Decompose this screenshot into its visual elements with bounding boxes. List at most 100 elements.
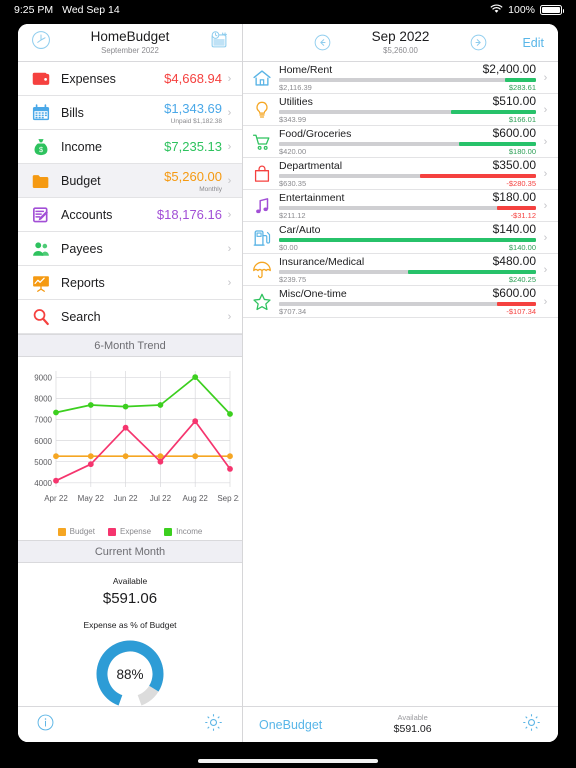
budget-category-name: Entertainment: [279, 191, 345, 204]
expense-percent-gauge: 88%: [96, 640, 164, 706]
budget-row[interactable]: Home/Rent $2,400.00 $2,116.39 $283.61 ›: [243, 62, 558, 94]
legend-item-budget: Budget: [57, 527, 95, 536]
budget-row-bottom: $2,116.39 $283.61: [279, 83, 536, 92]
chevron-right-icon: ›: [227, 174, 232, 187]
budget-row-bottom: $707.34 -$107.34: [279, 307, 536, 316]
sidebar-item-income[interactable]: $ Income $7,235.13 ›: [18, 130, 242, 164]
budget-progress-fill: [279, 238, 536, 243]
sidebar-item-amount: $4,668.94: [164, 70, 222, 86]
gauge-wrapper: 88%: [18, 635, 242, 713]
sidebar-item-expenses[interactable]: Expenses $4,668.94 ›: [18, 62, 242, 96]
month-nav-group: [313, 33, 332, 52]
app-title: HomeBudget: [90, 29, 170, 45]
budget-row[interactable]: Departmental $350.00 $630.35 -$280.35 ›: [243, 158, 558, 190]
budget-row-bottom: $343.99 $166.01: [279, 115, 536, 125]
budget-row-bottom: $630.35 -$280.35: [279, 179, 536, 189]
sidebar-item-budget[interactable]: Budget $5,260.00 Monthly ›: [18, 164, 242, 198]
budget-progress-fill: [497, 206, 536, 211]
month-total: $5,260.00: [383, 45, 418, 55]
sidebar-item-label: Accounts: [61, 207, 113, 222]
arrow-right-circle-icon[interactable]: [469, 33, 488, 52]
people-icon: [28, 236, 54, 262]
budget-category-name: Departmental: [279, 159, 343, 172]
svg-text:Apr 22: Apr 22: [44, 494, 68, 503]
budget-row-content: Insurance/Medical $480.00 $239.75 $240.25: [275, 254, 541, 285]
sidebar-item-amount: $1,343.69: [164, 101, 222, 116]
folder-icon: [28, 168, 54, 194]
budget-row-top: Entertainment $180.00: [279, 190, 536, 205]
sidebar-item-reports[interactable]: Reports ›: [18, 266, 242, 300]
budget-list: Home/Rent $2,400.00 $2,116.39 $283.61 › Utili…: [243, 62, 558, 318]
ledger-icon: [28, 202, 54, 228]
moneybag-icon: $: [28, 134, 54, 160]
budget-progress-fill: [451, 110, 536, 115]
chevron-right-icon: ›: [543, 103, 548, 116]
svg-text:Jun 22: Jun 22: [114, 494, 139, 503]
svg-text:4000: 4000: [34, 479, 52, 488]
right-panel: Sep 2022 $5,260.00 Edit Home/Rent $2,400.…: [243, 24, 558, 742]
sidebar-item-label: Search: [61, 309, 101, 324]
sidebar-item-subamount: Unpaid $1,182.38: [170, 118, 222, 125]
music-note-icon: [249, 195, 275, 217]
current-month-title: Current Month: [94, 545, 166, 558]
budget-row-top: Departmental $350.00: [279, 158, 536, 173]
bulb-icon: [249, 99, 275, 121]
budget-row-top: Car/Auto $140.00: [279, 222, 536, 237]
edit-button[interactable]: Edit: [522, 36, 544, 50]
budget-row-bottom: $211.12 -$31.12: [279, 211, 536, 221]
budget-progress-bar: [279, 174, 536, 179]
sidebar-item-bills[interactable]: Bills $1,343.69 Unpaid $1,182.38 ›: [18, 96, 242, 130]
budget-spent-amount: $420.00: [279, 147, 307, 157]
sidebar-item-payees[interactable]: Payees ›: [18, 232, 242, 266]
chevron-right-icon: ›: [227, 208, 232, 221]
budget-limit-amount: $510.00: [492, 93, 536, 108]
budget-remaining-amount: $140.00: [508, 243, 536, 253]
budget-spent-amount: $343.99: [279, 115, 307, 125]
trend-chart[interactable]: 4000 5000 6000 7000 8000 9000 Apr 22 May 22 Jun …: [22, 363, 243, 521]
budget-spent-amount: $0.00: [279, 243, 298, 253]
chevron-right-icon: ›: [543, 167, 548, 180]
cart-icon: [249, 131, 275, 153]
budget-row-top: Utilities $510.00: [279, 93, 536, 109]
budget-row[interactable]: Car/Auto $140.00 $0.00 $140.00 ›: [243, 222, 558, 254]
budget-spent-amount: $239.75: [279, 275, 307, 285]
budget-row[interactable]: Misc/One-time $600.00 $707.34 -$107.34 ›: [243, 286, 558, 318]
budget-category-name: Food/Groceries: [279, 127, 352, 140]
budget-row-bottom: $0.00 $140.00: [279, 243, 536, 253]
sidebar-item-label: Budget: [61, 173, 101, 188]
budget-row-content: Departmental $350.00 $630.35 -$280.35: [275, 158, 541, 189]
arrow-left-circle-icon[interactable]: [313, 33, 332, 52]
svg-text:5000: 5000: [34, 458, 52, 467]
info-circle-icon[interactable]: [36, 713, 55, 737]
sidebar-item-search[interactable]: Search ›: [18, 300, 242, 334]
budget-row[interactable]: Utilities $510.00 $343.99 $166.01 ›: [243, 94, 558, 126]
gear-icon[interactable]: [521, 712, 542, 738]
legend-swatch: [107, 527, 116, 536]
footer-available-group: Available $591.06: [304, 713, 521, 735]
recurring-calendar-icon[interactable]: [208, 29, 230, 56]
budget-row-top: Home/Rent $2,400.00: [279, 62, 536, 77]
budget-row[interactable]: Entertainment $180.00 $211.12 -$31.12 ›: [243, 190, 558, 222]
report-icon: [28, 270, 54, 296]
sidebar-item-accounts[interactable]: Accounts $18,176.16 ›: [18, 198, 242, 232]
budget-row[interactable]: Food/Groceries $600.00 $420.00 $180.00 ›: [243, 126, 558, 158]
app-subtitle: September 2022: [101, 45, 159, 55]
gear-icon[interactable]: [203, 712, 224, 738]
budget-category-name: Insurance/Medical: [279, 255, 365, 268]
budget-progress-bar: [279, 302, 536, 307]
budget-spent-amount: $630.35: [279, 179, 307, 189]
trend-section-header: 6-Month Trend: [18, 334, 242, 357]
budget-row[interactable]: Insurance/Medical $480.00 $239.75 $240.25 ›: [243, 254, 558, 286]
budget-row-top: Misc/One-time $600.00: [279, 286, 536, 301]
budget-progress-bar: [279, 142, 536, 147]
sidebar-item-amount: $7,235.13: [164, 138, 222, 154]
budget-row-top: Insurance/Medical $480.00: [279, 254, 536, 269]
right-panel-header: Sep 2022 $5,260.00 Edit: [243, 24, 558, 62]
clock-history-icon[interactable]: [30, 29, 52, 56]
month-label: Sep 2022: [371, 29, 430, 45]
budget-progress-bar: [279, 270, 536, 275]
footer-available-label: Available: [397, 713, 428, 723]
sidebar-item-amount: $18,176.16: [156, 206, 222, 222]
star-icon: [249, 291, 275, 313]
budget-remaining-amount: -$31.12: [510, 211, 536, 221]
